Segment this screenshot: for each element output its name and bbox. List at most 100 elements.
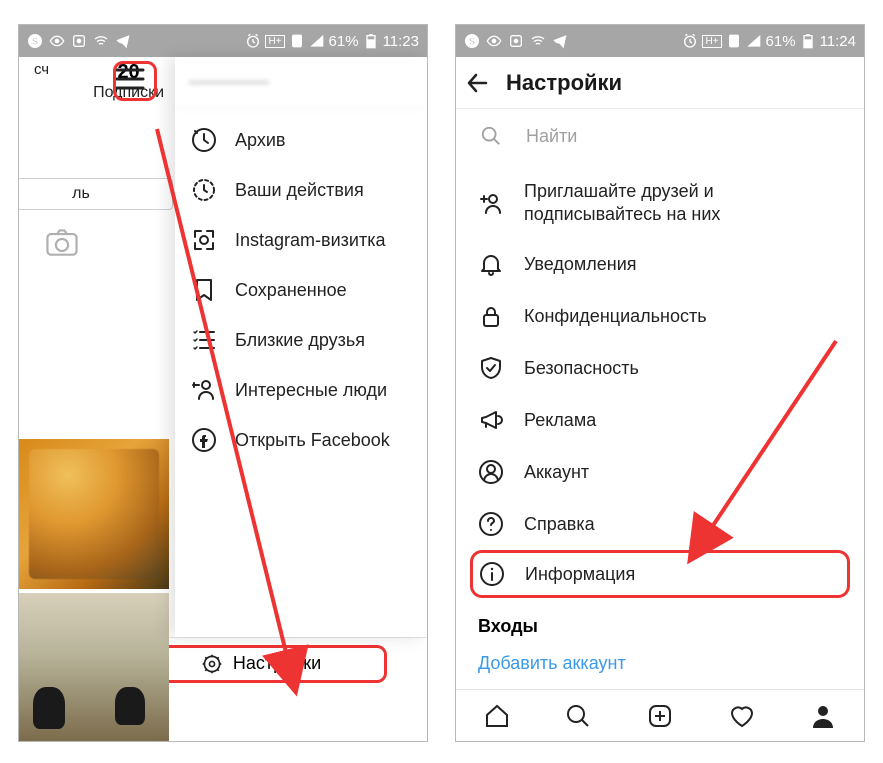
tagged-icon[interactable] [45,228,79,256]
settings-list: Приглашайте друзей и подписывайтесь на н… [456,163,864,689]
add-icon[interactable] [646,702,674,730]
settings-label: Конфиденциальность [524,306,707,327]
svg-text:2: 2 [295,39,299,46]
net-icon: H+ [702,35,721,48]
battery-text: 61% [766,33,796,50]
battery-icon [800,33,816,49]
settings-label: Уведомления [524,254,637,275]
menu-label: Открыть Facebook [235,430,390,451]
notif-icon [71,33,87,49]
profile-icon[interactable] [809,702,837,730]
menu-discover[interactable]: Интересные люди [175,365,427,415]
signal-icon [746,33,762,49]
bell-icon [478,251,504,277]
battery-text: 61% [329,33,359,50]
clock-text: 11:24 [820,33,856,50]
shield-icon [478,355,504,381]
photo-thumb[interactable] [19,593,169,742]
menu-label: Близкие друзья [235,330,365,351]
settings-button[interactable]: Настройки [135,645,387,683]
settings-ads[interactable]: Реклама [456,394,864,446]
info-icon [479,561,505,587]
telegram-icon [552,33,568,49]
photo-thumb[interactable] [19,439,169,589]
help-icon [478,511,504,537]
menu-facebook[interactable]: Открыть Facebook [175,415,427,465]
gear-icon [201,653,223,675]
drawer: ———— Архив Ваши действия Instagram-визит… [175,57,427,637]
invite-icon [478,190,504,216]
menu-close-friends[interactable]: Близкие друзья [175,315,427,365]
archive-icon [191,127,217,153]
skype-icon: S [27,33,43,49]
lock-icon [478,303,504,329]
hamburger-button[interactable] [115,67,145,96]
megaphone-icon [478,407,504,433]
settings-label: Аккаунт [524,462,589,483]
stat-left-partial: сч [34,61,49,102]
back-icon[interactable] [464,69,492,97]
menu-label: Архив [235,130,285,151]
menu-label: Сохраненное [235,280,347,301]
logins-header: Входы [456,598,864,647]
sim-icon: 2 [289,33,305,49]
settings-notifications[interactable]: Уведомления [456,238,864,290]
saved-icon [191,277,217,303]
profile-area: сч 20 Подписки ль ———— [19,57,427,637]
alarm-icon [682,33,698,49]
edit-profile-button[interactable]: ль [18,178,173,210]
settings-label: Приглашайте друзей и подписывайтесь на н… [524,180,842,225]
settings-privacy[interactable]: Конфиденциальность [456,290,864,342]
phone-right: S H+ 2 61% 11:24 Настройки Найти Приглаш… [455,24,865,742]
discover-icon [191,377,217,403]
page-title: Настройки [506,70,622,96]
search-placeholder: Найти [526,126,577,147]
drawer-username: ———— [175,57,427,109]
net-icon: H+ [265,35,284,48]
search-row[interactable]: Найти [456,109,864,163]
clock-text: 11:23 [383,33,419,50]
notif-icon [508,33,524,49]
eye-icon [486,33,502,49]
search-icon[interactable] [564,702,592,730]
settings-help[interactable]: Справка [456,498,864,550]
account-icon [478,459,504,485]
settings-security[interactable]: Безопасность [456,342,864,394]
wifi-icon [530,33,546,49]
settings-label: Информация [525,564,635,585]
heart-icon[interactable] [728,702,756,730]
search-icon [480,125,502,147]
settings-label: Справка [524,514,595,535]
settings-account[interactable]: Аккаунт [456,446,864,498]
bottom-nav [456,689,864,741]
sim-icon: 2 [726,33,742,49]
menu-archive[interactable]: Архив [175,115,427,165]
settings-invite[interactable]: Приглашайте друзей и подписывайтесь на н… [456,167,864,238]
alarm-icon [245,33,261,49]
status-bar: S H+ 2 61% 11:23 [19,25,427,57]
add-account-link[interactable]: Добавить аккаунт [456,647,864,674]
menu-label: Instagram-визитка [235,230,385,251]
settings-label: Безопасность [524,358,639,379]
phone-left: S H+ 2 61% 11:23 сч 20 Подписки [18,24,428,742]
svg-text:S: S [32,36,38,46]
menu-saved[interactable]: Сохраненное [175,265,427,315]
telegram-icon [115,33,131,49]
settings-header: Настройки [456,57,864,109]
signal-icon [309,33,325,49]
home-icon[interactable] [483,702,511,730]
list-icon [191,327,217,353]
menu-nametag[interactable]: Instagram-визитка [175,215,427,265]
svg-text:S: S [469,36,475,46]
settings-label: Настройки [233,653,321,674]
menu-activity[interactable]: Ваши действия [175,165,427,215]
skype-icon: S [464,33,480,49]
settings-label: Реклама [524,410,596,431]
battery-icon [363,33,379,49]
settings-info[interactable]: Информация [470,550,850,598]
eye-icon [49,33,65,49]
wifi-icon [93,33,109,49]
status-bar: S H+ 2 61% 11:24 [456,25,864,57]
nametag-icon [191,227,217,253]
menu-label: Интересные люди [235,380,387,401]
